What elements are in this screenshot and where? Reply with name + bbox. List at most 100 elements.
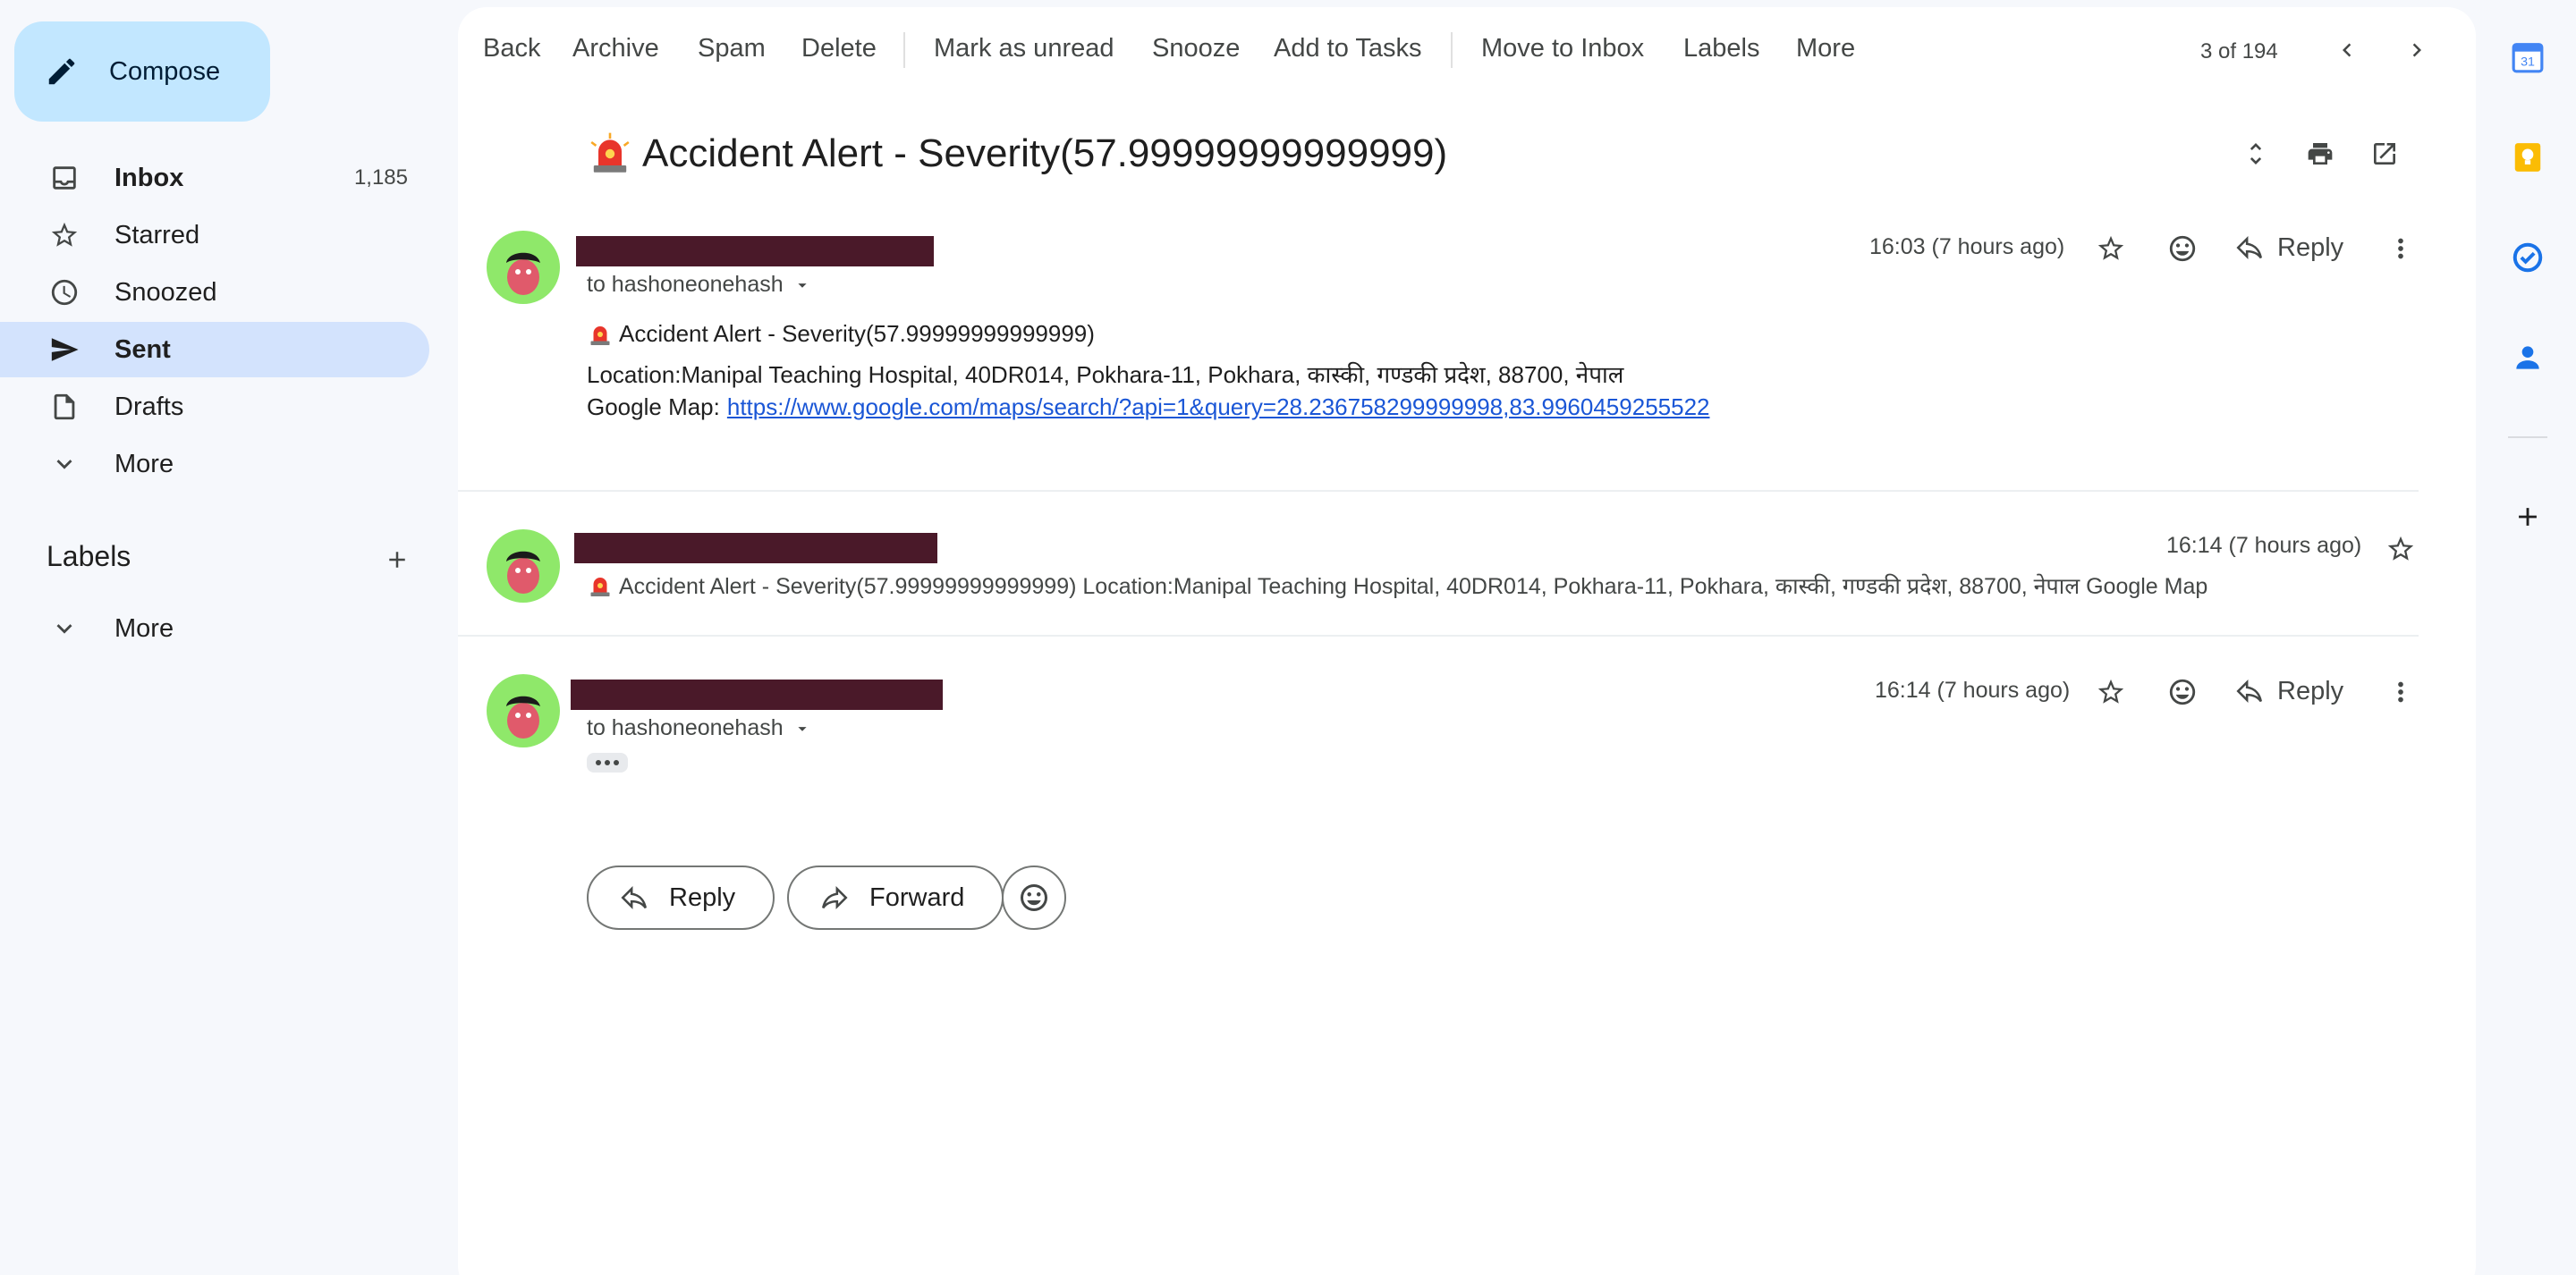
expand-all-icon[interactable] [2238,136,2274,172]
spam-button[interactable]: Spam [698,34,766,63]
reply-button[interactable]: Reply [2234,676,2343,706]
react-pill-button[interactable] [1002,865,1066,930]
siren-icon [587,572,614,599]
sidebar-item-label: More [114,449,174,478]
recipient-text: to hashoneonehash [587,715,784,740]
add-reaction-icon[interactable] [2163,672,2202,712]
reply-icon [2234,676,2265,706]
reply-icon [2234,232,2265,263]
sidebar-item-label: Starred [114,220,200,249]
chevron-right-icon[interactable] [2399,32,2435,68]
snooze-button[interactable]: Snooze [1152,34,1240,63]
toolbar-divider [1451,32,1453,68]
sidebar-item-drafts[interactable]: Drafts [0,379,429,435]
add-reaction-icon[interactable] [2163,229,2202,268]
chevron-down-icon [48,612,80,645]
chevron-left-icon[interactable] [2329,32,2365,68]
body-text: Google Map: [587,393,720,420]
show-trimmed-content-button[interactable] [587,753,628,773]
sidebar-item-more[interactable]: More [0,436,429,492]
back-button[interactable]: Back [483,34,540,63]
forward-icon [819,882,850,913]
open-new-window-icon[interactable] [2367,136,2402,172]
chevron-down-icon [48,448,80,480]
contacts-icon[interactable] [2510,340,2546,376]
more-vert-icon[interactable] [2381,229,2420,268]
sidebar-item-sent[interactable]: Sent [0,322,429,377]
body-line-2: Location:Manipal Teaching Hospital, 40DR… [587,358,1623,390]
get-addons-icon[interactable] [2510,499,2546,535]
body-line-3: Google Map: https://www.google.com/maps/… [587,393,1710,421]
send-icon [48,334,80,366]
snippet-text: Accident Alert - Severity(57.99999999999… [619,574,2208,599]
subject-heading: Accident Alert - Severity(57.99999999999… [587,131,1447,177]
svg-text:31: 31 [2521,55,2535,70]
forward-pill-button[interactable]: Forward [787,865,1004,930]
reply-label: Reply [2277,676,2344,705]
avatar[interactable] [487,674,560,747]
message-snippet[interactable]: Accident Alert - Severity(57.99999999999… [587,570,2207,601]
sender-name-redacted [576,236,934,266]
inbox-count: 1,185 [353,165,408,190]
delete-button[interactable]: Delete [801,34,877,63]
star-icon[interactable] [2091,672,2131,712]
star-icon[interactable] [2381,529,2420,569]
labels-more-label: More [114,613,174,643]
clock-icon [48,276,80,308]
avatar[interactable] [487,529,560,603]
compose-button[interactable]: Compose [14,21,270,122]
more-vert-icon[interactable] [2381,672,2420,712]
pager-text: 3 of 194 [2200,39,2278,63]
sidebar-item-inbox[interactable]: Inbox 1,185 [0,150,429,206]
google-map-link[interactable]: https://www.google.com/maps/search/?api=… [727,393,1710,421]
message-timestamp: 16:14 (7 hours ago) [2166,533,2362,558]
more-button[interactable]: More [1796,34,1855,63]
archive-button[interactable]: Archive [572,34,659,63]
mark-unread-button[interactable]: Mark as unread [934,34,1114,63]
add-to-tasks-button[interactable]: Add to Tasks [1274,34,1422,63]
message-timestamp: 16:03 (7 hours ago) [1869,234,2065,259]
recipient-text: to hashoneonehash [587,272,784,297]
sender-name-redacted [574,533,937,563]
inbox-icon [48,162,80,194]
siren-icon [587,131,633,177]
star-icon[interactable] [2091,229,2131,268]
forward-pill-label: Forward [869,882,965,912]
message-view: Back Archive Spam Delete Mark as unread … [458,7,2476,1275]
toolbar-divider [903,32,905,68]
caret-down-icon[interactable] [792,719,812,739]
keep-icon[interactable] [2510,139,2546,175]
sender-name-redacted [571,680,943,710]
plus-icon [384,546,411,573]
sidebar-item-label: Sent [114,334,171,364]
reply-pill-button[interactable]: Reply [587,865,775,930]
sidebar-item-snoozed[interactable]: Snoozed [0,265,429,320]
reply-label: Reply [2277,232,2344,262]
body-line-1: Accident Alert - Severity(57.99999999999… [587,320,1095,348]
recipient-line[interactable]: to hashoneonehash [587,272,812,298]
calendar-icon[interactable]: 31 [2510,39,2546,75]
subject-text: Accident Alert - Severity(57.99999999999… [642,131,1448,175]
avatar[interactable] [487,231,560,304]
sidebar-item-starred[interactable]: Starred [0,207,429,263]
add-reaction-icon [1018,882,1050,914]
move-to-inbox-button[interactable]: Move to Inbox [1481,34,1644,63]
body-text: Accident Alert - Severity(57.99999999999… [619,320,1095,347]
star-icon [48,219,80,251]
labels-heading: Labels [47,540,131,572]
message-divider [458,490,2419,492]
message-timestamp: 16:14 (7 hours ago) [1875,678,2071,703]
siren-icon [587,321,614,348]
labels-more[interactable]: More [0,601,429,656]
rail-divider [2508,436,2547,438]
reply-button[interactable]: Reply [2234,232,2343,263]
pencil-icon [45,55,79,89]
sidebar-item-label: Inbox [114,163,184,192]
print-icon[interactable] [2302,136,2338,172]
labels-button[interactable]: Labels [1683,34,1759,63]
recipient-line[interactable]: to hashoneonehash [587,715,812,741]
sidebar-item-label: Snoozed [114,277,217,307]
add-label-button[interactable] [379,542,415,578]
caret-down-icon[interactable] [792,275,812,295]
tasks-icon[interactable] [2510,240,2546,275]
